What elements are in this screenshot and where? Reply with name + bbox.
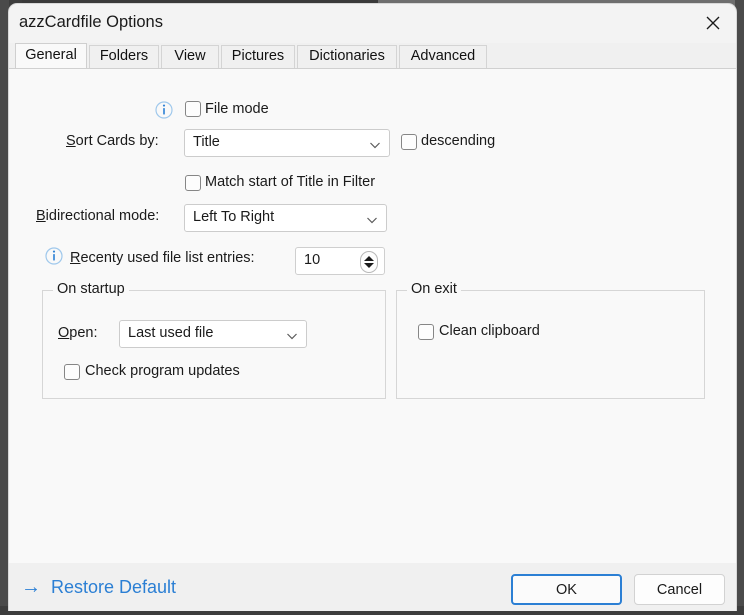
arrow-right-icon: → bbox=[21, 576, 41, 598]
tab-folders-label: Folders bbox=[99, 48, 149, 64]
sort-cards-by-label: Sort Cards by: bbox=[66, 133, 159, 149]
check-updates-label: Check program updates bbox=[85, 363, 240, 379]
ok-button[interactable]: OK bbox=[511, 574, 622, 605]
close-icon bbox=[706, 16, 720, 30]
descending-checkbox[interactable] bbox=[401, 134, 417, 150]
startup-open-label: Open: bbox=[58, 325, 98, 341]
chevron-down-icon bbox=[287, 333, 297, 340]
recent-files-spin-buttons[interactable] bbox=[360, 251, 378, 273]
sort-cards-by-value: Title bbox=[193, 134, 220, 150]
recent-files-stepper[interactable]: 10 bbox=[295, 247, 385, 275]
file-mode-label: File mode bbox=[205, 101, 269, 117]
tab-view-label: View bbox=[174, 48, 206, 64]
cancel-button-label: Cancel bbox=[656, 581, 703, 598]
options-dialog-window: azzCardfile Options General Folders View… bbox=[0, 0, 744, 615]
on-startup-legend: On startup bbox=[53, 281, 129, 297]
file-mode-checkbox[interactable] bbox=[185, 101, 201, 117]
bidirectional-mode-accelerator: B bbox=[36, 208, 46, 224]
restore-default-link[interactable]: → Restore Default bbox=[21, 574, 176, 600]
spinner-up-icon[interactable] bbox=[364, 256, 374, 261]
startup-open-label-rest: pen: bbox=[69, 325, 98, 341]
startup-open-value: Last used file bbox=[128, 325, 214, 341]
ok-button-label: OK bbox=[556, 581, 577, 598]
recent-files-value: 10 bbox=[304, 252, 321, 268]
check-updates-checkbox[interactable] bbox=[64, 364, 80, 380]
tab-general-label: General bbox=[25, 47, 77, 63]
tab-general[interactable]: General bbox=[15, 43, 87, 68]
dialog-frame: azzCardfile Options General Folders View… bbox=[8, 3, 737, 611]
bidirectional-mode-label: Bidirectional mode: bbox=[36, 208, 159, 224]
recent-files-label-rest: ecenty used file list entries: bbox=[80, 250, 255, 266]
bidirectional-mode-label-rest: idirectional mode: bbox=[45, 208, 160, 224]
tab-advanced[interactable]: Advanced bbox=[399, 45, 487, 68]
clean-clipboard-label: Clean clipboard bbox=[439, 323, 540, 339]
tab-strip: General Folders View Pictures Dictionari… bbox=[9, 43, 736, 68]
bidirectional-mode-dropdown[interactable]: Left To Right bbox=[184, 204, 387, 232]
restore-default-label: Restore Default bbox=[51, 576, 177, 597]
match-start-label: Match start of Title in Filter bbox=[205, 174, 376, 190]
match-start-checkbox[interactable] bbox=[185, 175, 201, 191]
recent-files-info-icon bbox=[45, 247, 63, 265]
tab-view[interactable]: View bbox=[161, 45, 219, 68]
startup-open-accelerator: O bbox=[58, 325, 70, 341]
clean-clipboard-checkbox[interactable] bbox=[418, 324, 434, 340]
tab-folders[interactable]: Folders bbox=[89, 45, 159, 68]
title-bar: azzCardfile Options bbox=[9, 4, 736, 43]
chevron-down-icon bbox=[367, 217, 377, 224]
sort-cards-by-accelerator: S bbox=[66, 133, 76, 149]
window-title: azzCardfile Options bbox=[19, 13, 163, 31]
on-exit-group bbox=[396, 290, 705, 399]
spinner-down-icon[interactable] bbox=[364, 263, 374, 268]
cancel-button[interactable]: Cancel bbox=[634, 574, 725, 605]
sort-cards-by-label-rest: ort Cards by: bbox=[75, 133, 159, 149]
chevron-down-icon bbox=[370, 142, 380, 149]
dialog-footer: → Restore Default OK Cancel bbox=[9, 563, 736, 611]
tab-advanced-label: Advanced bbox=[410, 48, 476, 64]
file-mode-info-icon bbox=[155, 101, 173, 119]
descending-label: descending bbox=[421, 133, 496, 149]
close-button[interactable] bbox=[690, 4, 736, 42]
tab-dictionaries[interactable]: Dictionaries bbox=[297, 45, 397, 68]
tab-pictures-label: Pictures bbox=[231, 48, 285, 64]
bidirectional-mode-value: Left To Right bbox=[193, 209, 275, 225]
tab-pictures[interactable]: Pictures bbox=[221, 45, 295, 68]
recent-files-label: Recenty used file list entries: bbox=[70, 250, 255, 266]
on-exit-legend: On exit bbox=[407, 281, 461, 297]
tab-dictionaries-label: Dictionaries bbox=[309, 48, 385, 64]
sort-cards-by-dropdown[interactable]: Title bbox=[184, 129, 390, 157]
startup-open-dropdown[interactable]: Last used file bbox=[119, 320, 307, 348]
general-tab-panel: File mode Sort Cards by: Title descendin… bbox=[9, 68, 736, 563]
recent-files-accelerator: R bbox=[70, 250, 81, 266]
